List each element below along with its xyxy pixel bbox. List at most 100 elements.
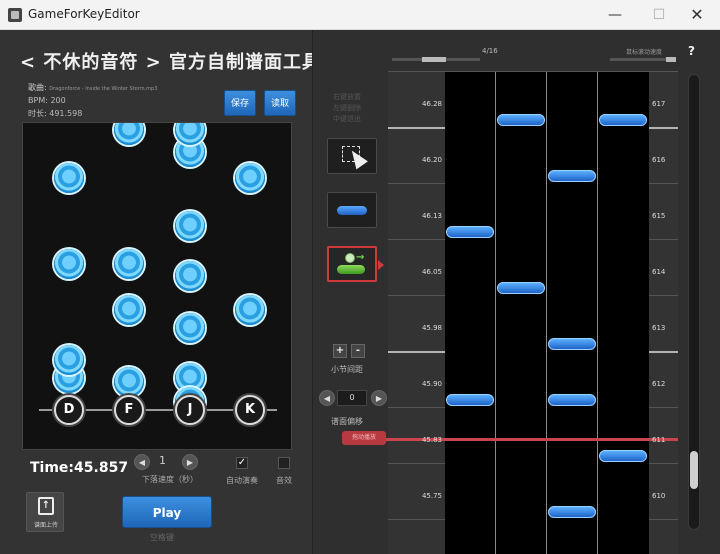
preview-canvas: D F J K <box>22 122 292 450</box>
page-slider-thumb[interactable] <box>422 57 446 62</box>
chart-note[interactable] <box>548 506 596 518</box>
speed-value: 1 <box>159 454 166 467</box>
offset-label: 谱面偏移 <box>331 417 363 426</box>
bpm-text: BPM: 200 <box>28 96 66 105</box>
lane-separator <box>597 72 598 554</box>
preview-note <box>54 249 84 279</box>
key-f: F <box>114 395 144 425</box>
row-index-label: 616 <box>652 156 666 164</box>
lane-separator <box>546 72 547 554</box>
auto-play-checkbox[interactable]: ✓ <box>236 457 248 469</box>
offset-decrease-button[interactable]: ◀ <box>319 390 335 406</box>
row-index-label: 610 <box>652 492 666 500</box>
time-tick-label: 46.13 <box>421 212 442 220</box>
save-button[interactable]: 保存 <box>224 90 256 116</box>
mouse-hint-line: 左键删除 <box>333 104 361 112</box>
section-decrease-button[interactable]: - <box>351 344 365 358</box>
scroll-speed-thumb[interactable] <box>666 57 676 62</box>
play-shortcut-label: 空格键 <box>150 533 174 542</box>
preview-note <box>175 261 205 291</box>
preview-note <box>114 367 144 397</box>
lanes[interactable] <box>445 72 649 554</box>
load-button[interactable]: 读取 <box>264 90 296 116</box>
scroll-speed-label: 鼠标滚动速度 <box>626 49 663 56</box>
scrollbar-thumb[interactable] <box>690 451 698 489</box>
scroll-speed-slider[interactable] <box>610 57 676 62</box>
chart-note[interactable] <box>599 114 647 126</box>
sfx-checkbox[interactable] <box>278 457 290 469</box>
sfx-label: 音效 <box>276 476 292 485</box>
key-d: D <box>54 395 84 425</box>
preview-note <box>235 163 265 193</box>
minimize-button[interactable]: — <box>592 0 638 30</box>
close-button[interactable]: ✕ <box>674 0 720 30</box>
arrow-right-icon: → <box>356 252 365 263</box>
preview-note <box>114 123 144 145</box>
time-tick-label: 45.98 <box>421 324 442 332</box>
preview-note <box>54 163 84 193</box>
lane-separator <box>495 72 496 554</box>
row-index-label: 617 <box>652 100 666 108</box>
chart-note[interactable] <box>497 114 545 126</box>
chart-note[interactable] <box>548 394 596 406</box>
time-tick-label: 45.75 <box>421 492 442 500</box>
chart-note[interactable] <box>548 170 596 182</box>
upload-chart-button[interactable]: ↑ 谱面上传 <box>26 492 64 532</box>
page-title: < 不休的音符 > 官方自制谱面工具 <box>20 52 321 73</box>
title-bar: GameForKeyEditor — ☐ ✕ <box>0 0 720 30</box>
offset-increase-button[interactable]: ▶ <box>371 390 387 406</box>
hold-note-tool-button[interactable]: → <box>327 246 384 282</box>
offset-input[interactable]: 0 <box>337 390 367 406</box>
hold-knob-icon <box>345 253 355 263</box>
preview-note <box>114 295 144 325</box>
section-spacing-label: 小节间距 <box>331 365 363 374</box>
key-k: K <box>235 395 265 425</box>
chart-grid[interactable]: 拖动播放 46.28 617 46.20 616 46.13 615 46.05 614 45.… <box>342 71 678 554</box>
left-panel: < 不休的音符 > 官方自制谱面工具 歌曲: Dragonforce - Ins… <box>0 30 320 554</box>
mouse-hint-line: 右键放置 <box>333 93 361 101</box>
preview-note <box>54 345 84 375</box>
mouse-hint-line: 中键退出 <box>333 115 361 123</box>
chart-note[interactable] <box>497 282 545 294</box>
row-index-label: 615 <box>652 212 666 220</box>
key-j: J <box>175 395 205 425</box>
upload-icon: ↑ <box>38 497 54 515</box>
row-index-label: 614 <box>652 268 666 276</box>
time-tick-label: 45.90 <box>421 380 442 388</box>
preview-note <box>114 249 144 279</box>
editor-panel: 4/16 鼠标滚动速度 ? 拖动播放 46.28 617 46.20 616 46.13… <box>342 30 720 554</box>
play-button[interactable]: Play <box>122 496 212 528</box>
playhead-handle[interactable]: 拖动播放 <box>342 431 386 445</box>
app-icon <box>8 8 22 22</box>
section-increase-button[interactable]: + <box>333 344 347 358</box>
tap-note-tool-button[interactable] <box>327 192 377 228</box>
help-button[interactable]: ? <box>688 44 695 58</box>
tap-note-icon <box>337 206 367 215</box>
time-tick-label: 46.20 <box>421 156 442 164</box>
speed-increase-button[interactable]: ▶ <box>182 454 198 470</box>
song-file: Dragonforce - Inside the Winter Storm.mp… <box>49 86 158 92</box>
window-title: GameForKeyEditor <box>28 7 140 21</box>
row-index-label: 613 <box>652 324 666 332</box>
select-tool-button[interactable] <box>327 138 377 174</box>
chart-note[interactable] <box>548 338 596 350</box>
speed-label: 下落速度（秒） <box>142 475 198 484</box>
duration-text: 时长: 491.598 <box>28 109 83 118</box>
time-tick-label: 46.28 <box>421 100 442 108</box>
chart-note[interactable] <box>599 450 647 462</box>
time-tick-label: 45.83 <box>421 436 442 444</box>
chart-note[interactable] <box>446 394 494 406</box>
time-readout: Time:45.857 <box>30 460 129 476</box>
tool-panel: 右键放置左键删除中键退出 → + - 小节间距 ◀ 0 ▶ 谱面偏移 <box>312 30 390 554</box>
time-tick-label: 46.05 <box>421 268 442 276</box>
mouse-hint: 右键放置左键删除中键退出 <box>333 92 361 125</box>
upload-label: 谱面上传 <box>33 522 58 529</box>
hold-note-icon <box>337 265 365 274</box>
page-indicator: 4/16 <box>482 47 498 55</box>
row-index-label: 612 <box>652 380 666 388</box>
vertical-scrollbar[interactable] <box>688 74 700 530</box>
chart-note[interactable] <box>446 226 494 238</box>
speed-decrease-button[interactable]: ◀ <box>134 454 150 470</box>
page-slider[interactable] <box>392 57 480 62</box>
preview-note <box>175 313 205 343</box>
